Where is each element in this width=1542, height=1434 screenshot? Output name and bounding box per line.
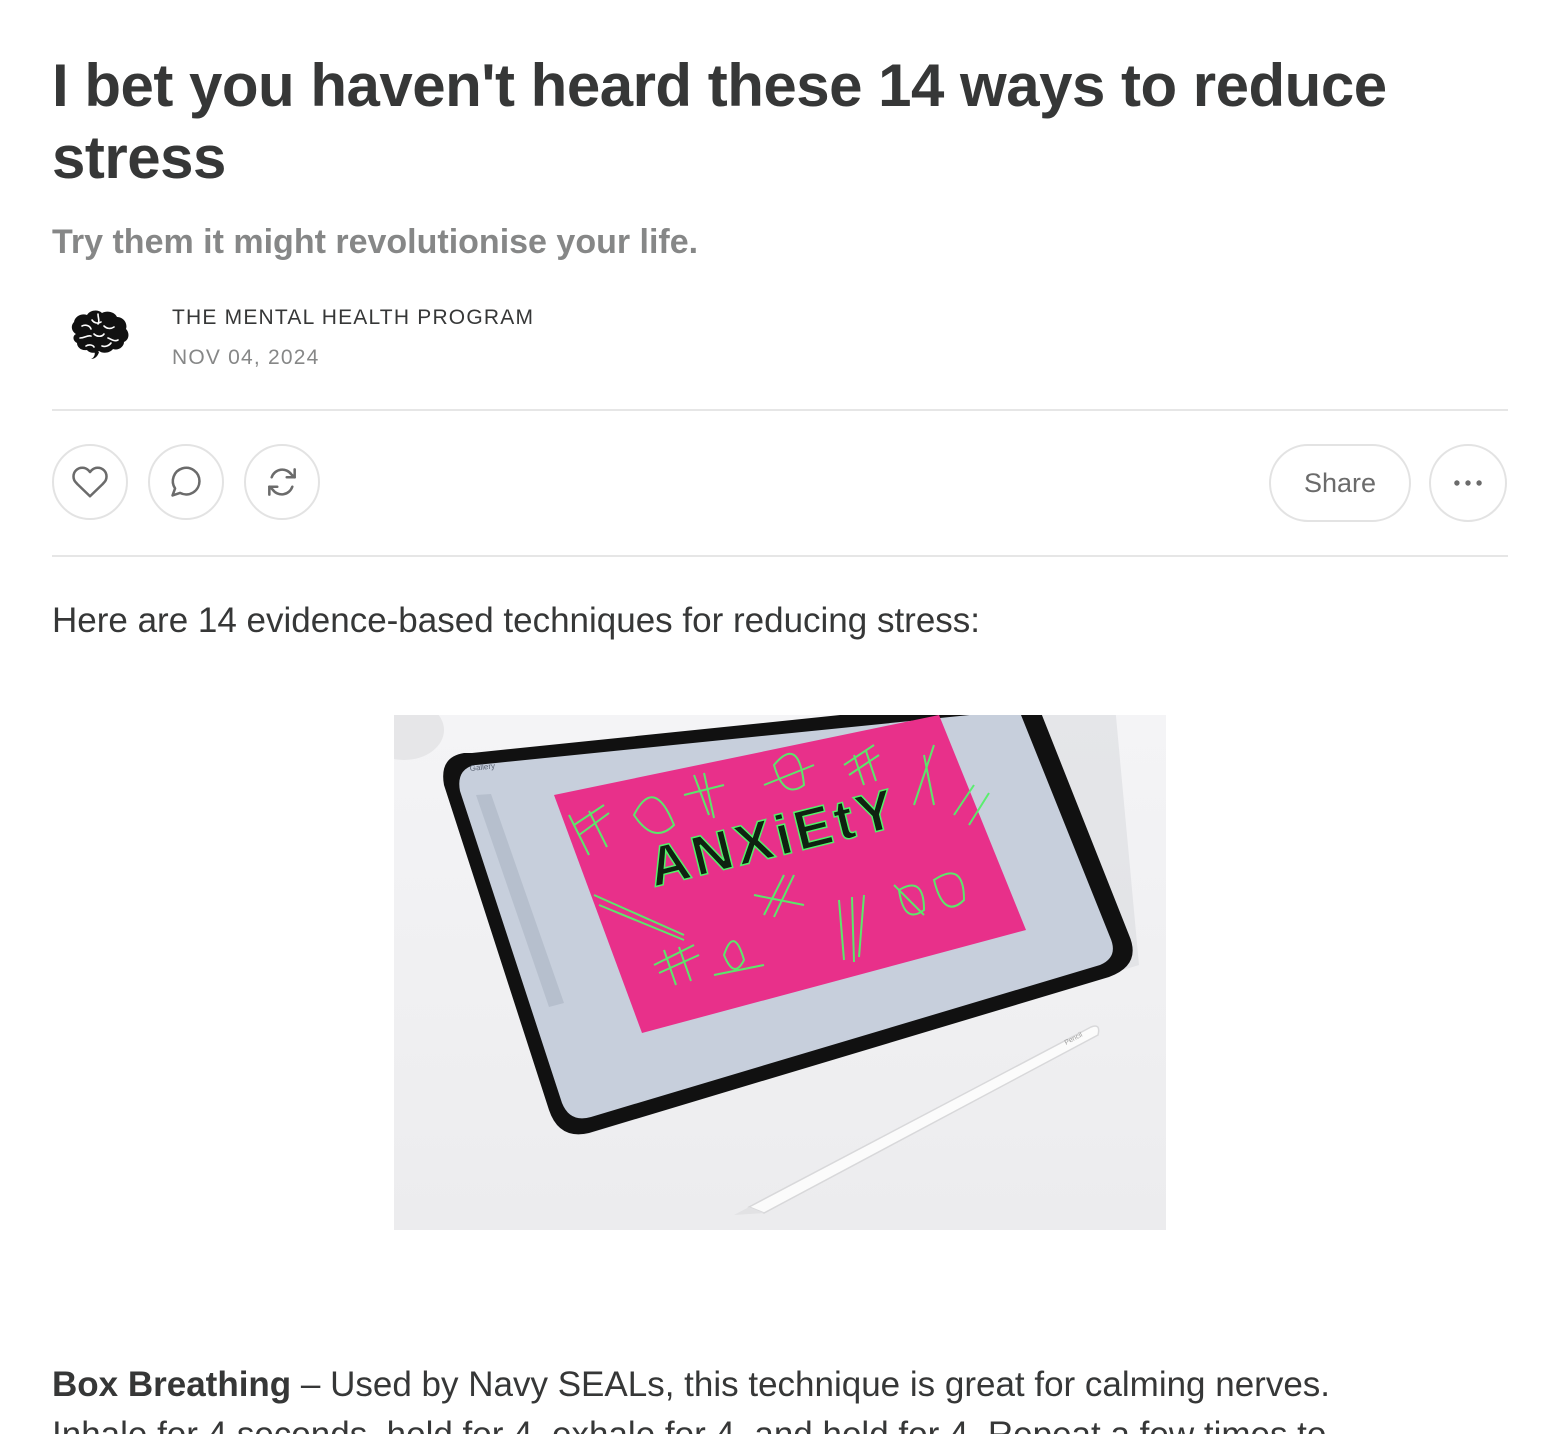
- comment-button[interactable]: [148, 444, 224, 520]
- ellipsis-icon: [1454, 480, 1482, 486]
- like-button[interactable]: [52, 444, 128, 520]
- box-breathing-text: – Used by Navy SEALs, this technique is …: [291, 1365, 1331, 1404]
- comment-icon: [171, 466, 201, 497]
- post-hero-image[interactable]: ANXiEtY Pencil Gallery: [394, 715, 1166, 1230]
- heart-icon: [72, 466, 108, 498]
- restack-icon: [268, 468, 296, 496]
- author-name-link[interactable]: THE MENTAL HEALTH PROGRAM: [172, 305, 534, 331]
- divider-top: [52, 409, 1508, 411]
- post-subtitle: Try them it might revolutionise your lif…: [52, 223, 699, 261]
- post-date: NOV 04, 2024: [172, 346, 320, 369]
- share-button[interactable]: Share: [1269, 444, 1411, 522]
- brain-icon[interactable]: [64, 304, 134, 364]
- box-breathing-heading: Box Breathing: [52, 1365, 292, 1404]
- box-breathing-next-line: Inhale for 4 seconds, hold for 4, exhale…: [52, 1415, 1326, 1434]
- more-options-button[interactable]: [1429, 444, 1507, 522]
- intro-paragraph: Here are 14 evidence-based techniques fo…: [52, 601, 981, 640]
- restack-button[interactable]: [244, 444, 320, 520]
- box-breathing-paragraph: Box Breathing – Used by Navy SEALs, this…: [52, 1360, 1508, 1434]
- divider-bottom: [52, 555, 1508, 557]
- post-page: I bet you haven't heard these 14 ways to…: [0, 0, 1542, 1434]
- post-title: I bet you haven't heard these 14 ways to…: [52, 52, 1387, 191]
